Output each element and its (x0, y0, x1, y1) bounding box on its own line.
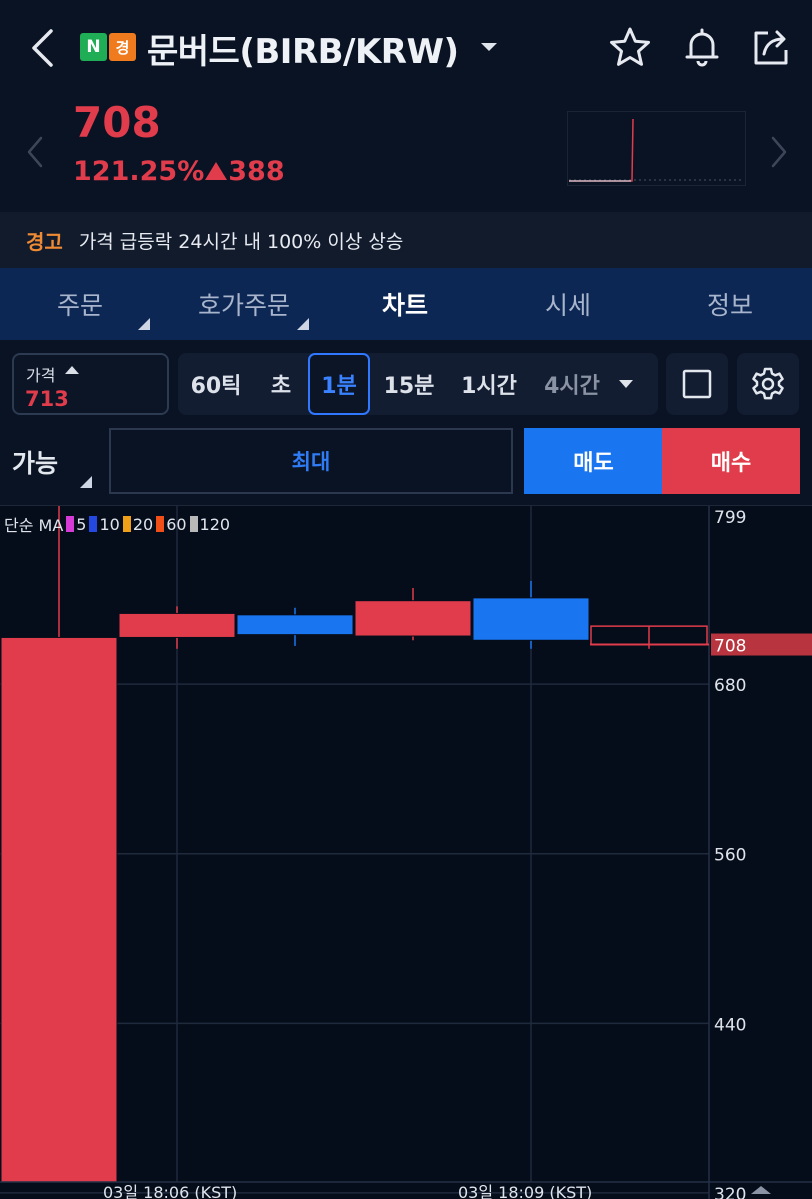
chart-toolbar: 가격 713 60틱 초 1분 15분 1시간 4시간 (0, 340, 812, 426)
sell-button[interactable]: 매도 (524, 428, 663, 494)
corner-dropdown-icon (297, 318, 309, 330)
interval-4hour[interactable]: 4시간 (534, 353, 610, 415)
ma-20-swatch (122, 516, 131, 532)
chevron-right-icon[interactable] (770, 136, 788, 168)
ma-60-label: 60 (166, 514, 187, 534)
candle-body (354, 600, 472, 637)
alert-button[interactable] (679, 24, 725, 70)
candle-body (118, 612, 236, 638)
warning-badge: 경 (109, 33, 136, 61)
ma-legend-prefix: 단순 MA (4, 516, 64, 535)
current-price: 708 (73, 98, 161, 147)
candlestick-chart[interactable]: 79968056044032070803일 18:06 (KST) 03일 18:… (0, 506, 812, 1199)
network-badge: N (80, 33, 107, 61)
caret-down-icon[interactable] (618, 379, 634, 389)
chevron-left-icon[interactable] (26, 136, 44, 168)
square-icon (682, 369, 712, 399)
current-price-tag-label: 708 (714, 637, 746, 657)
candlestick-chart-area[interactable]: 799 680 560 440 320 708 03일 18:06 (KST) 03일 18:… (0, 505, 812, 1199)
warning-text: 가격 급등락 24시간 내 100% 이상 상승 (78, 230, 404, 253)
corner-dropdown-icon (80, 476, 92, 488)
x-tick-label: 03일 18:06 (KST) (103, 1183, 237, 1199)
tab-market-price[interactable]: 시세 (518, 268, 618, 340)
share-icon (754, 30, 788, 65)
price-type-value: 713 (25, 387, 69, 411)
change-percent: 121.25% (73, 156, 205, 187)
caret-down-icon[interactable] (480, 42, 498, 52)
chevron-left-icon (32, 29, 53, 67)
interval-second[interactable]: 초 (258, 353, 304, 415)
tab-label: 주문 (56, 291, 103, 320)
resize-handle-icon (751, 1186, 771, 1194)
interval-1min[interactable]: 1분 (308, 353, 370, 415)
y-tick-label: 799 (714, 508, 746, 528)
interval-15min[interactable]: 15분 (374, 353, 444, 415)
warning-banner[interactable]: 경고 가격 급등락 24시간 내 100% 이상 상승 (0, 212, 812, 268)
mini-price-chart[interactable] (567, 111, 746, 186)
corner-dropdown-icon (138, 318, 150, 330)
y-tick-label: 680 (714, 676, 746, 696)
ma-60-swatch (156, 516, 165, 532)
triangle-up-icon (205, 162, 228, 180)
interval-60tick[interactable]: 60틱 (178, 353, 254, 415)
order-row: 가능 최대 매도 매수 (0, 426, 812, 498)
share-button[interactable] (748, 24, 794, 70)
price-summary: 708 121.25% 388 (0, 92, 812, 212)
candle-body (472, 597, 590, 641)
buy-button[interactable]: 매수 (662, 428, 800, 494)
tab-label: 시세 (544, 291, 591, 320)
tab-label: 정보 (706, 291, 753, 320)
tab-bar: 주문 호가주문 차트 시세 정보 (0, 268, 812, 340)
chart-layout-button[interactable] (666, 353, 728, 415)
available-label[interactable]: 가능 (12, 444, 58, 480)
tab-label: 호가주문 (197, 291, 290, 320)
ma-5-swatch (66, 516, 75, 532)
price-type-selector[interactable]: 가격 713 (12, 353, 169, 415)
ma-legend[interactable]: 단순 MA 5 10 20 60 120 (4, 512, 230, 536)
tab-label: 차트 (381, 291, 428, 320)
tab-orderbook-order[interactable]: 호가주문 (175, 268, 313, 340)
ma-20-label: 20 (132, 514, 154, 534)
ma-120-label: 120 (199, 514, 231, 534)
interval-selector: 60틱 초 1분 15분 1시간 4시간 (178, 353, 658, 415)
x-tick-label: 03일 18:09 (KST) (458, 1183, 592, 1199)
y-tick-label: 320 (714, 1185, 746, 1199)
price-change: 121.25% 388 (73, 156, 285, 187)
star-icon (610, 27, 650, 66)
gear-icon (752, 367, 784, 400)
y-tick-label: 560 (714, 846, 746, 866)
change-amount: 388 (228, 156, 285, 187)
page-title[interactable]: 문버드(BIRB/KRW) (147, 24, 459, 73)
header: N 경 문버드(BIRB/KRW) (0, 0, 812, 92)
app-root: N 경 문버드(BIRB/KRW) 708 121.25% 388 경고 가격 급 (0, 0, 812, 1199)
back-button[interactable] (22, 26, 62, 70)
y-tick-label: 440 (714, 1015, 746, 1035)
triangle-up-icon (65, 366, 79, 374)
interval-1hour[interactable]: 1시간 (448, 353, 530, 415)
tab-order[interactable]: 주문 (30, 268, 150, 340)
chart-settings-button[interactable] (737, 353, 799, 415)
ma-120-swatch (189, 516, 198, 532)
candle-body (236, 614, 354, 636)
bell-icon (685, 28, 719, 67)
ma-5-label: 5 (76, 514, 87, 534)
max-quantity-button[interactable]: 최대 (109, 428, 513, 494)
ma-10-swatch (89, 516, 98, 532)
warning-label: 경고 (26, 229, 63, 254)
price-type-label: 가격 (26, 366, 56, 385)
candle-body (0, 636, 118, 1183)
tab-info[interactable]: 정보 (680, 268, 780, 340)
ma-10-label: 10 (99, 514, 120, 534)
favorite-button[interactable] (607, 24, 653, 70)
tab-chart[interactable]: 차트 (355, 268, 455, 340)
